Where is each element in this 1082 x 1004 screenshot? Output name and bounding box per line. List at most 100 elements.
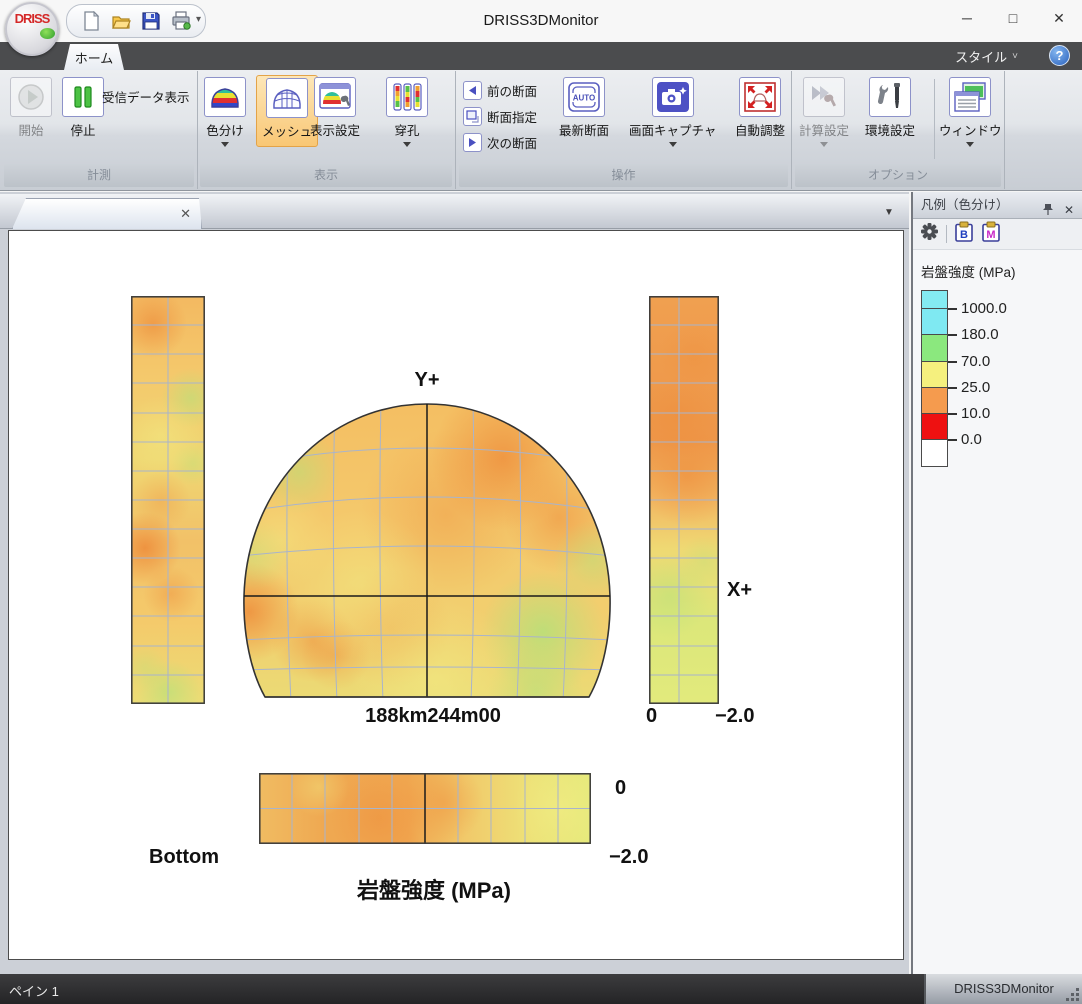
logo-blob-icon bbox=[40, 28, 55, 39]
stop-button[interactable]: 停止 bbox=[62, 77, 104, 139]
tab-list-dropdown-icon[interactable]: ▼ bbox=[884, 207, 894, 218]
dropdown-arrow-icon bbox=[403, 142, 411, 147]
colorize-button[interactable]: 色分け bbox=[204, 77, 246, 147]
group-caption-operate: 操作 bbox=[459, 164, 788, 187]
status-app-label: DRISS3DMonitor bbox=[924, 974, 1082, 1004]
colorbar-tick bbox=[948, 361, 957, 363]
application-menu-button[interactable]: DRISS 3D mo bbox=[5, 2, 59, 56]
close-button[interactable]: ✕ bbox=[1036, 0, 1082, 36]
app-window: DRISS3DMonitor ─ □ ✕ DRISS 3D mo bbox=[0, 0, 1082, 1004]
document-tab-strip: ✕ ▼ bbox=[0, 194, 909, 229]
colorbar-tick-label: 1000.0 bbox=[961, 300, 1007, 317]
plot-title: 岩盤強度 (MPa) bbox=[259, 873, 609, 905]
mesh-dome-icon bbox=[266, 78, 308, 118]
colorbar-tick-label: 70.0 bbox=[961, 353, 990, 370]
pick-section-button[interactable]: 断面指定 bbox=[463, 105, 537, 127]
document-tab[interactable]: ✕ bbox=[12, 198, 202, 229]
bottom-end-label: −2.0 bbox=[609, 846, 648, 869]
mesh-button[interactable]: メッシュ bbox=[256, 75, 318, 147]
colorbar-tick-label: 0.0 bbox=[961, 431, 982, 448]
pin-icon[interactable] bbox=[1042, 199, 1054, 226]
pause-icon bbox=[62, 77, 104, 117]
station-label: 188km244m00 bbox=[333, 705, 533, 728]
legend-toolbar: B M bbox=[913, 219, 1082, 250]
windows-icon bbox=[949, 77, 991, 117]
ribbon-group-options: 計算設定 環境設定 bbox=[793, 71, 1005, 189]
svg-text:B: B bbox=[960, 229, 968, 241]
legend-scale-title: 岩盤強度 (MPa) bbox=[921, 261, 1082, 281]
colorbar-block bbox=[921, 290, 948, 309]
drill-bars-icon bbox=[386, 77, 428, 117]
tab-home[interactable]: ホーム bbox=[64, 44, 124, 70]
dropdown-arrow-icon bbox=[221, 142, 229, 147]
right-strip-end-label: −2.0 bbox=[715, 705, 754, 728]
minimize-button[interactable]: ─ bbox=[944, 0, 990, 36]
new-document-icon[interactable] bbox=[81, 11, 101, 31]
open-file-icon[interactable] bbox=[111, 11, 131, 31]
display-settings-icon bbox=[314, 77, 356, 117]
save-icon[interactable] bbox=[141, 11, 161, 31]
calc-settings-icon bbox=[803, 77, 845, 117]
tab-close-icon[interactable]: ✕ bbox=[180, 206, 191, 222]
legend-close-icon[interactable]: ✕ bbox=[1064, 197, 1074, 224]
print-icon[interactable] bbox=[171, 11, 191, 31]
colorbar-block bbox=[921, 413, 948, 440]
prev-section-button[interactable]: 前の断面 bbox=[463, 79, 537, 101]
style-menu-button[interactable]: スタイル ˅ bbox=[955, 47, 1018, 66]
window-menu-button[interactable]: ウィンドウ bbox=[939, 77, 1002, 147]
drilling-button[interactable]: 穿孔 bbox=[386, 77, 428, 147]
toolbar-separator bbox=[946, 225, 947, 243]
env-settings-button[interactable]: 環境設定 bbox=[865, 77, 915, 139]
next-section-button[interactable]: 次の断面 bbox=[463, 131, 537, 153]
help-button[interactable]: ? bbox=[1049, 45, 1070, 66]
dropdown-arrow-icon bbox=[820, 142, 828, 147]
tunnel-face-heatmap bbox=[241, 400, 613, 702]
bottom-zero-label: 0 bbox=[615, 777, 626, 800]
dropdown-arrow-icon bbox=[966, 142, 974, 147]
ribbon-group-measure: 開始 停止 受信データ表示 計測 bbox=[2, 71, 198, 189]
colorbar-block bbox=[921, 334, 948, 362]
legend-panel-title: 凡例（色分け） bbox=[921, 198, 1009, 212]
legend-panel: 凡例（色分け） ✕ bbox=[911, 192, 1082, 974]
auto-section-icon: AUTO bbox=[563, 77, 605, 117]
gear-icon[interactable] bbox=[920, 222, 939, 246]
right-strip-zero-label: 0 bbox=[646, 705, 657, 728]
auto-adjust-button[interactable]: 自動調整 bbox=[735, 77, 785, 139]
colorbar-tick-label: 10.0 bbox=[961, 405, 990, 422]
triangle-left-icon bbox=[463, 81, 482, 100]
axis-label-y-plus: Y+ bbox=[406, 369, 448, 392]
svg-text:AUTO: AUTO bbox=[573, 94, 596, 103]
wrench-tools-icon bbox=[869, 77, 911, 117]
calc-settings-button[interactable]: 計算設定 bbox=[799, 77, 849, 147]
colorbar-tick bbox=[948, 308, 957, 310]
color-dome-icon bbox=[204, 77, 246, 117]
clipboard-m-icon[interactable]: M bbox=[981, 221, 1001, 247]
receive-data-button[interactable]: 受信データ表示 bbox=[102, 87, 190, 106]
legend-panel-header: 凡例（色分け） ✕ bbox=[913, 192, 1082, 219]
group-caption-options: オプション bbox=[795, 164, 1001, 187]
group-caption-measure: 計測 bbox=[4, 164, 194, 187]
start-button[interactable]: 開始 bbox=[10, 77, 52, 139]
bottom-strip-heatmap bbox=[259, 773, 591, 844]
ribbon: 開始 停止 受信データ表示 計測 bbox=[0, 70, 1082, 191]
colorbar-block bbox=[921, 387, 948, 414]
ribbon-group-operate: 前の断面 断面指定 次の断面 bbox=[457, 71, 792, 189]
group-caption-display: 表示 bbox=[200, 164, 452, 187]
colorbar-tick-label: 25.0 bbox=[961, 379, 990, 396]
view-settings-button[interactable]: 表示設定 bbox=[310, 77, 360, 139]
clipboard-b-icon[interactable]: B bbox=[954, 221, 974, 247]
triangle-right-icon bbox=[463, 133, 482, 152]
axis-label-x-plus: X+ bbox=[727, 579, 752, 602]
chevron-down-icon: ˅ bbox=[1012, 51, 1018, 62]
maximize-button[interactable]: □ bbox=[990, 0, 1036, 36]
left-strip-heatmap bbox=[131, 296, 205, 704]
colorbar-block bbox=[921, 439, 948, 467]
visualization-canvas[interactable]: Y+ X+ 188km244m00 0 −2.0 Bottom 0 −2.0 岩… bbox=[8, 230, 904, 960]
colorbar-tick-label: 180.0 bbox=[961, 326, 999, 343]
resize-grip[interactable] bbox=[1076, 998, 1079, 1001]
colorbar-tick bbox=[948, 413, 957, 415]
screen-capture-button[interactable]: 画面キャプチャ bbox=[629, 77, 716, 147]
qat-customize-button[interactable]: ▾ bbox=[196, 14, 201, 25]
colorbar-tick bbox=[948, 334, 957, 336]
latest-section-button[interactable]: AUTO 最新断面 bbox=[559, 77, 609, 139]
